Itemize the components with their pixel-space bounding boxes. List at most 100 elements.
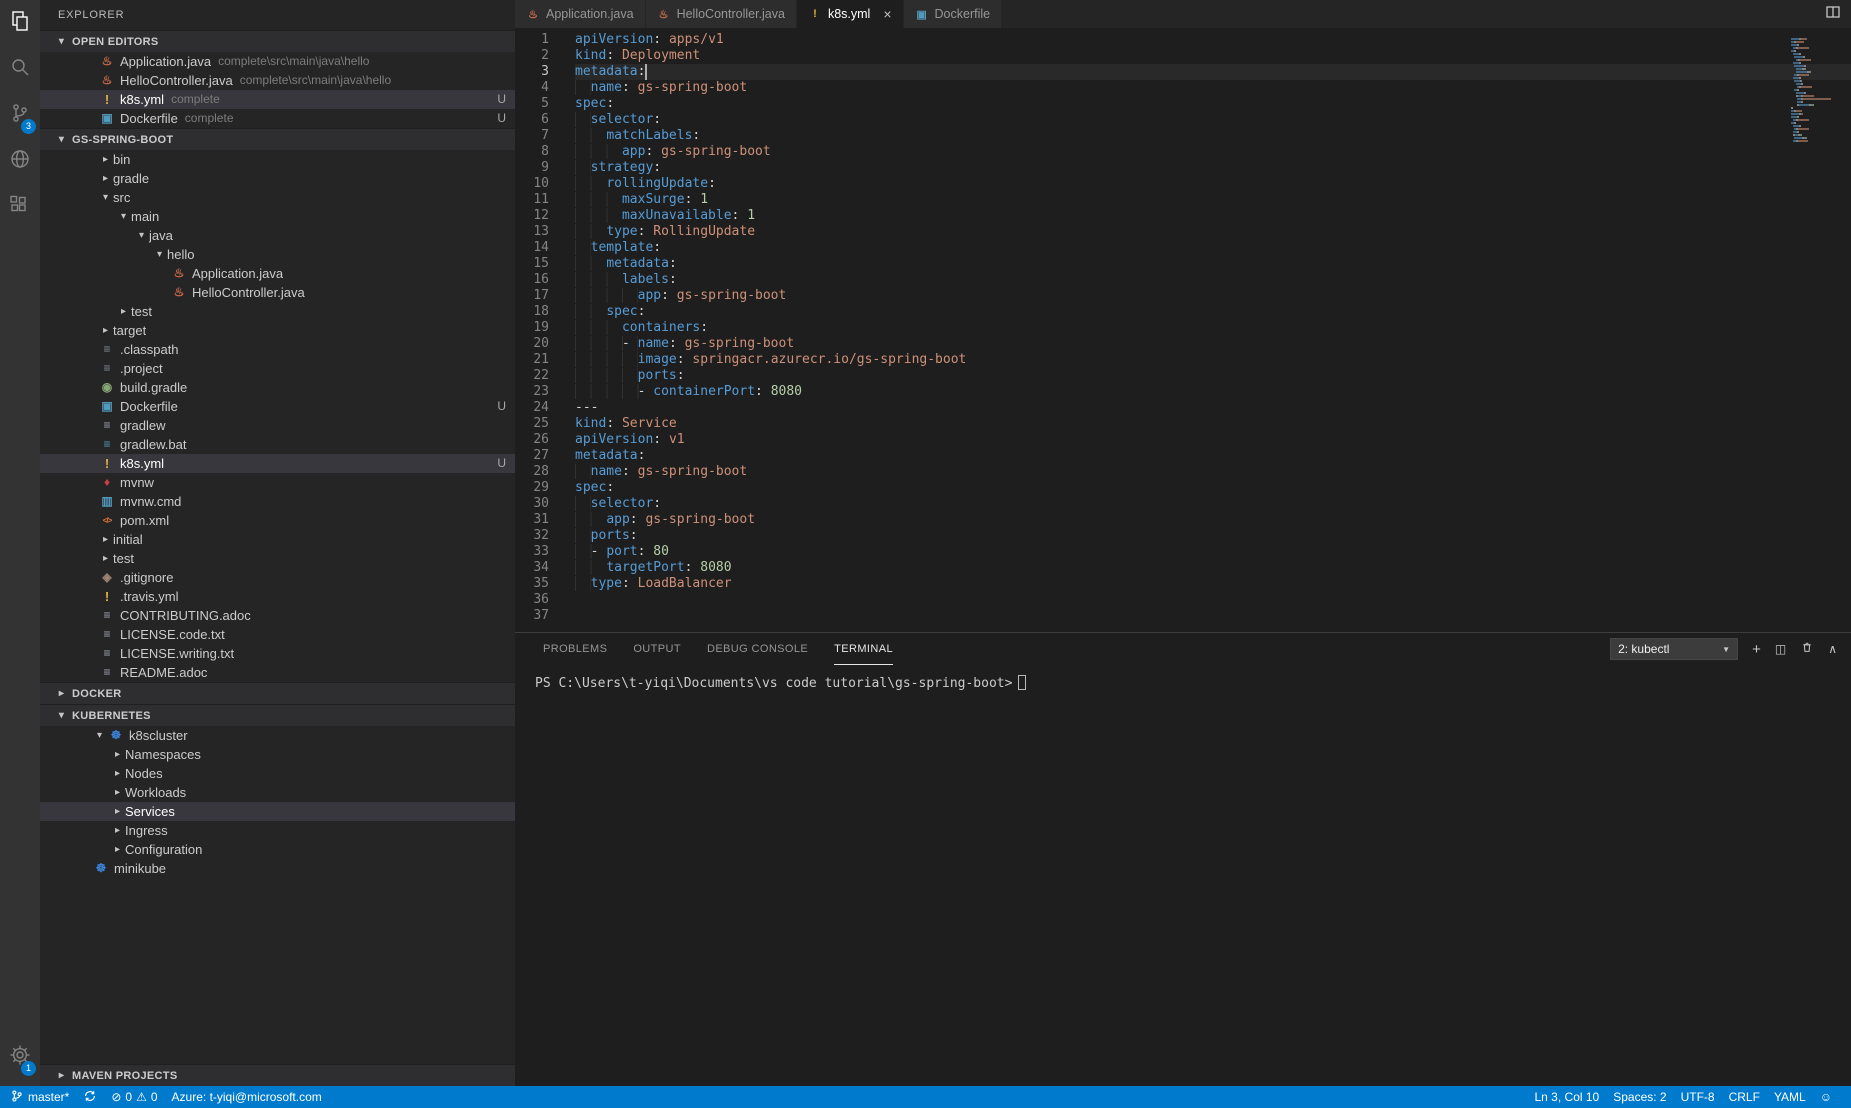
- tree-item[interactable]: ◉build.gradle: [40, 378, 515, 397]
- activity-bar-explorer[interactable]: [0, 0, 40, 46]
- tree-item[interactable]: ▾src: [40, 188, 515, 207]
- editor-code-area[interactable]: 1234567891011121314151617181920212223242…: [515, 28, 1851, 632]
- chevron-down-icon[interactable]: ▾: [152, 245, 167, 264]
- activity-bar-source-control[interactable]: 3: [0, 92, 40, 138]
- line-number[interactable]: 28: [515, 464, 561, 480]
- line-number[interactable]: 8: [515, 144, 561, 160]
- line-number[interactable]: 12: [515, 208, 561, 224]
- panel-tab-debug-console[interactable]: DEBUG CONSOLE: [707, 633, 808, 665]
- kill-terminal-icon[interactable]: [1800, 640, 1814, 659]
- tab-Application.java[interactable]: ♨Application.java: [515, 0, 646, 28]
- problems-status[interactable]: ⊘ 0 ⚠ 0: [104, 1086, 164, 1108]
- tree-item[interactable]: ≡.project: [40, 359, 515, 378]
- activity-bar-azure[interactable]: [0, 138, 40, 184]
- tree-item[interactable]: ▣DockerfileU: [40, 397, 515, 416]
- line-number[interactable]: 3: [515, 64, 561, 80]
- line-number[interactable]: 16: [515, 272, 561, 288]
- tree-item[interactable]: ≡CONTRIBUTING.adoc: [40, 606, 515, 625]
- tree-item[interactable]: !.travis.yml: [40, 587, 515, 606]
- tab-Dockerfile[interactable]: ▣Dockerfile: [904, 0, 1003, 28]
- line-number[interactable]: 27: [515, 448, 561, 464]
- line-number[interactable]: 34: [515, 560, 561, 576]
- tree-item[interactable]: ▸Workloads: [40, 783, 515, 802]
- tree-item[interactable]: ▸target: [40, 321, 515, 340]
- minimap[interactable]: [1791, 32, 1849, 143]
- line-number[interactable]: 5: [515, 96, 561, 112]
- chevron-down-icon[interactable]: ▾: [98, 188, 113, 207]
- chevron-right-icon[interactable]: ▸: [110, 783, 125, 802]
- eol-status[interactable]: CRLF: [1722, 1086, 1767, 1108]
- tree-item[interactable]: ▸test: [40, 549, 515, 568]
- chevron-right-icon[interactable]: ▸: [110, 821, 125, 840]
- line-number[interactable]: 22: [515, 368, 561, 384]
- section-docker[interactable]: ▸ DOCKER: [40, 682, 515, 704]
- line-number[interactable]: 23: [515, 384, 561, 400]
- section-maven-projects[interactable]: ▸ MAVEN PROJECTS: [40, 1064, 515, 1086]
- tree-item[interactable]: ♨HelloController.java: [40, 283, 515, 302]
- chevron-down-icon[interactable]: ▾: [116, 207, 131, 226]
- line-number[interactable]: 25: [515, 416, 561, 432]
- tab-k8s.yml[interactable]: !k8s.yml×: [797, 0, 904, 28]
- open-editor-item[interactable]: ▣DockerfilecompleteU: [40, 109, 515, 128]
- azure-account-status[interactable]: Azure: t-yiqi@microsoft.com: [165, 1086, 329, 1108]
- line-number[interactable]: 15: [515, 256, 561, 272]
- tree-item[interactable]: ◈.gitignore: [40, 568, 515, 587]
- tree-item[interactable]: ▾☸k8scluster: [40, 726, 515, 745]
- line-number[interactable]: 21: [515, 352, 561, 368]
- line-number[interactable]: 32: [515, 528, 561, 544]
- open-editor-item[interactable]: ♨Application.javacomplete\src\main\java\…: [40, 52, 515, 71]
- tree-item[interactable]: ☸minikube: [40, 859, 515, 878]
- line-number[interactable]: 35: [515, 576, 561, 592]
- tree-item[interactable]: ≡README.adoc: [40, 663, 515, 682]
- tree-item[interactable]: ▸bin: [40, 150, 515, 169]
- tree-item[interactable]: ♨Application.java: [40, 264, 515, 283]
- line-number[interactable]: 24: [515, 400, 561, 416]
- language-mode-status[interactable]: YAML: [1767, 1086, 1813, 1108]
- tree-item[interactable]: ▸gradle: [40, 169, 515, 188]
- line-number[interactable]: 31: [515, 512, 561, 528]
- tree-item[interactable]: ▾hello: [40, 245, 515, 264]
- line-number[interactable]: 19: [515, 320, 561, 336]
- chevron-right-icon[interactable]: ▸: [98, 549, 113, 568]
- tree-item[interactable]: ▸initial: [40, 530, 515, 549]
- tree-item[interactable]: ▸Ingress: [40, 821, 515, 840]
- chevron-right-icon[interactable]: ▸: [98, 150, 113, 169]
- tree-item[interactable]: ▸test: [40, 302, 515, 321]
- chevron-right-icon[interactable]: ▸: [98, 321, 113, 340]
- feedback-button[interactable]: ☺: [1813, 1086, 1839, 1108]
- section-kubernetes[interactable]: ▾ KUBERNETES: [40, 704, 515, 726]
- tree-item[interactable]: ♦mvnw: [40, 473, 515, 492]
- activity-bar-extensions[interactable]: [0, 184, 40, 230]
- tab-HelloController.java[interactable]: ♨HelloController.java: [646, 0, 797, 28]
- sync-button[interactable]: [76, 1086, 104, 1108]
- line-number[interactable]: 30: [515, 496, 561, 512]
- tree-item[interactable]: ▸Nodes: [40, 764, 515, 783]
- tree-item[interactable]: ▸Namespaces: [40, 745, 515, 764]
- close-icon[interactable]: ×: [883, 6, 891, 22]
- chevron-right-icon[interactable]: ▸: [98, 530, 113, 549]
- chevron-down-icon[interactable]: ▾: [134, 226, 149, 245]
- line-number[interactable]: 9: [515, 160, 561, 176]
- tree-item[interactable]: ≡LICENSE.writing.txt: [40, 644, 515, 663]
- line-number[interactable]: 17: [515, 288, 561, 304]
- open-editor-item[interactable]: !k8s.ymlcompleteU: [40, 90, 515, 109]
- line-number[interactable]: 1: [515, 32, 561, 48]
- new-terminal-icon[interactable]: +: [1752, 642, 1761, 657]
- tree-item[interactable]: ≡LICENSE.code.txt: [40, 625, 515, 644]
- line-number[interactable]: 7: [515, 128, 561, 144]
- tree-item[interactable]: ▾java: [40, 226, 515, 245]
- maximize-panel-icon[interactable]: ∧: [1828, 643, 1837, 655]
- chevron-right-icon[interactable]: ▸: [110, 764, 125, 783]
- tree-item[interactable]: </>pom.xml: [40, 511, 515, 530]
- settings-button[interactable]: 1: [0, 1034, 40, 1080]
- line-number[interactable]: 37: [515, 608, 561, 624]
- cursor-position-status[interactable]: Ln 3, Col 10: [1528, 1086, 1607, 1108]
- chevron-right-icon[interactable]: ▸: [98, 169, 113, 188]
- encoding-status[interactable]: UTF-8: [1674, 1086, 1722, 1108]
- tree-item[interactable]: ▾main: [40, 207, 515, 226]
- indentation-status[interactable]: Spaces: 2: [1606, 1086, 1673, 1108]
- line-number[interactable]: 26: [515, 432, 561, 448]
- line-number[interactable]: 2: [515, 48, 561, 64]
- tree-item[interactable]: ≡gradlew: [40, 416, 515, 435]
- line-number[interactable]: 33: [515, 544, 561, 560]
